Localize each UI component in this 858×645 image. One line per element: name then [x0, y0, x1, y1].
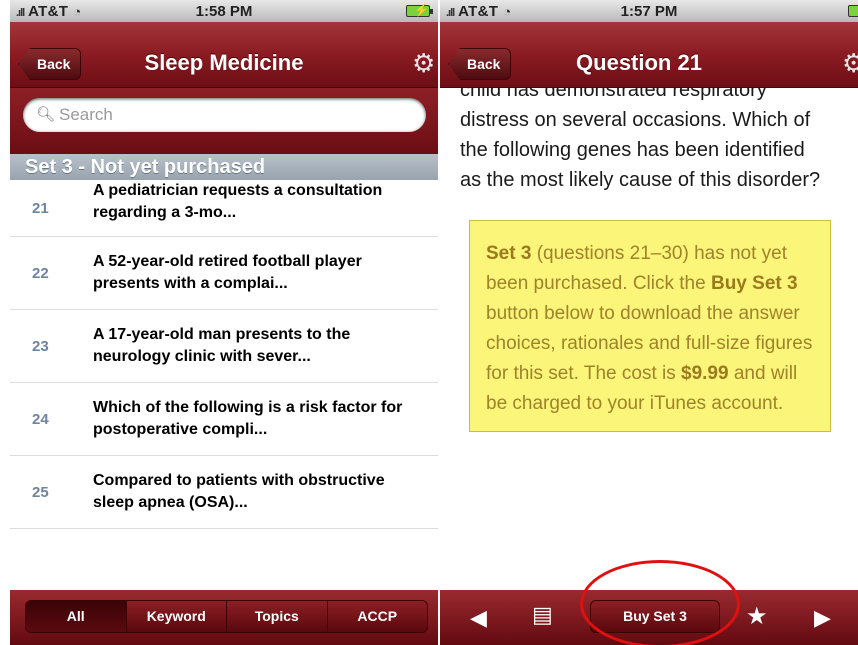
question-number: 24 — [32, 410, 49, 428]
navigation-bar: Back Question 21 ⚙ — [440, 22, 858, 88]
list-item[interactable]: 22 A 52-year-old retired football player… — [10, 237, 438, 310]
gear-icon[interactable]: ⚙ — [412, 50, 436, 76]
question-preview: A pediatrician requests a consultation r… — [93, 182, 383, 221]
filter-toolbar: All Keyword Topics ACCP — [10, 590, 438, 645]
question-content: child has demonstrated respiratory distr… — [440, 88, 858, 590]
buy-set-button[interactable]: Buy Set 3 — [590, 600, 720, 633]
search-icon: 🔍︎ — [36, 106, 56, 123]
next-arrow-icon[interactable]: ▶ — [814, 605, 831, 631]
right-screen: .ıll AT&T◔ 1:57 PM ⚡ Back Question 21 ⚙ … — [440, 0, 858, 645]
question-number: 25 — [32, 483, 49, 501]
navigation-bar: Back Sleep Medicine ⚙ — [10, 22, 438, 88]
purchase-notice: Set 3 (questions 21–30) has not yet been… — [469, 220, 831, 432]
search-bar: 🔍︎ Search — [10, 88, 438, 154]
tab-accp[interactable]: ACCP — [327, 601, 427, 632]
page-title: Question 21 — [576, 50, 702, 75]
buy-label: Buy Set 3 — [710, 273, 798, 294]
list-item[interactable]: 24 Which of the following is a risk fact… — [10, 383, 438, 456]
question-number: 23 — [32, 337, 49, 355]
tab-topics[interactable]: Topics — [227, 601, 328, 632]
clock: 1:58 PM — [195, 3, 253, 20]
list-item[interactable]: 21 A pediatrician requests a consultatio… — [10, 180, 438, 237]
bottom-toolbar: ◀ ▤ Buy Set 3 ★ ▶ — [440, 590, 858, 645]
battery-icon: ⚡ — [848, 3, 858, 17]
list-item[interactable]: 25 Compared to patients with obstructive… — [10, 456, 438, 529]
question-preview: A 17-year-old man presents to the neurol… — [93, 326, 351, 365]
set-label: Set 3 — [486, 243, 532, 264]
page-title: Sleep Medicine — [144, 50, 304, 75]
question-preview: A 52-year-old retired football player pr… — [93, 253, 362, 292]
notes-icon[interactable]: ▤ — [532, 602, 553, 628]
star-icon[interactable]: ★ — [746, 602, 768, 631]
search-placeholder: Search — [59, 105, 113, 124]
gear-icon[interactable]: ⚙ — [842, 50, 858, 76]
price: $9.99 — [681, 363, 729, 384]
tab-keyword[interactable]: Keyword — [126, 601, 227, 632]
question-number: 21 — [32, 199, 49, 217]
left-screen: .ıll AT&T ◔ 1:58 PM ⚡ Back Sleep Medicine… — [10, 0, 438, 645]
clock: 1:57 PM — [620, 3, 678, 20]
question-preview: Compared to patients with obstructive sl… — [93, 472, 385, 511]
question-number: 22 — [32, 264, 49, 282]
list-item[interactable]: 23 A 17-year-old man presents to the neu… — [10, 310, 438, 383]
filter-segmented-control: All Keyword Topics ACCP — [25, 600, 428, 633]
section-header: Set 3 - Not yet purchased — [10, 154, 438, 180]
prev-arrow-icon[interactable]: ◀ — [470, 605, 487, 631]
question-list: 21 A pediatrician requests a consultatio… — [10, 180, 438, 529]
search-input[interactable]: 🔍︎ Search — [23, 98, 426, 132]
tab-all[interactable]: All — [26, 601, 127, 632]
status-bar: .ıll AT&T◔ 1:57 PM ⚡ — [440, 0, 858, 22]
question-text: child has demonstrated respiratory distr… — [460, 88, 821, 191]
question-preview: Which of the following is a risk factor … — [93, 399, 403, 438]
battery-icon: ⚡ — [406, 3, 433, 17]
status-bar: .ıll AT&T ◔ 1:58 PM ⚡ — [10, 0, 438, 22]
